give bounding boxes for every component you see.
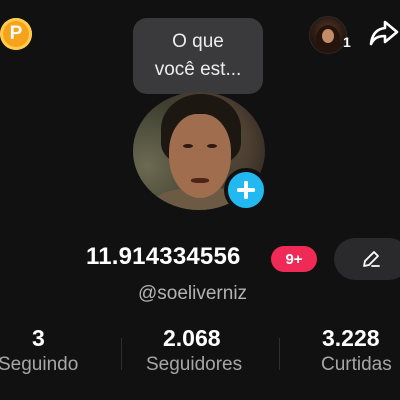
note-text-line1: O que xyxy=(172,31,224,52)
plus-icon xyxy=(237,181,255,199)
note-bubble[interactable]: O que você est... xyxy=(133,18,263,94)
coin-button[interactable]: P xyxy=(0,18,32,50)
add-photo-button[interactable] xyxy=(224,168,268,212)
username-handle: @soeliverniz xyxy=(138,283,248,304)
stats-divider xyxy=(279,338,280,370)
followers-label[interactable]: Seguidores xyxy=(146,354,242,376)
coin-letter: P xyxy=(9,23,23,44)
notification-badge[interactable]: 9+ xyxy=(271,246,317,272)
likes-label[interactable]: Curtidas xyxy=(321,354,392,376)
display-name: 11.914334556 xyxy=(86,243,241,270)
edit-profile-button[interactable] xyxy=(334,238,400,280)
pencil-icon xyxy=(363,251,380,267)
friend-count: 1 xyxy=(343,34,351,50)
stats-divider xyxy=(121,338,122,370)
note-text-line2: você est... xyxy=(154,59,242,80)
following-label[interactable]: Seguindo xyxy=(0,354,78,376)
likes-count[interactable]: 3.228 xyxy=(322,325,380,352)
followers-count[interactable]: 2.068 xyxy=(163,325,221,352)
friend-avatar[interactable] xyxy=(309,16,347,54)
share-arrow-icon[interactable] xyxy=(368,18,400,48)
following-count[interactable]: 3 xyxy=(32,325,45,352)
